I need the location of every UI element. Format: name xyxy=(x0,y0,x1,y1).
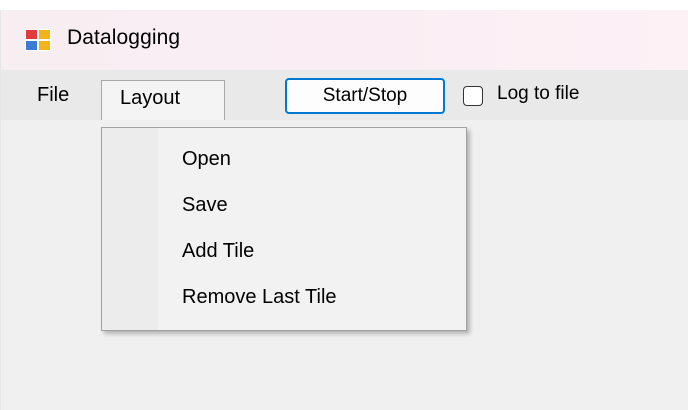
menu-item-save[interactable]: Save xyxy=(158,184,464,226)
menu-bar: File Layout Start/Stop Log to file xyxy=(1,70,688,120)
menu-icon-gutter xyxy=(102,128,158,330)
app-window: Datalogging File Layout Start/Stop Log t… xyxy=(0,10,688,410)
menu-item-remove-last-tile[interactable]: Remove Last Tile xyxy=(158,276,464,318)
title-bar: Datalogging xyxy=(1,10,688,70)
checkbox-box[interactable] xyxy=(463,86,483,106)
start-stop-button[interactable]: Start/Stop xyxy=(285,78,445,114)
menu-layout[interactable]: Layout xyxy=(101,80,225,120)
app-window-icon xyxy=(25,29,51,51)
menu-item-add-tile[interactable]: Add Tile xyxy=(158,230,464,272)
window-title: Datalogging xyxy=(67,26,181,49)
menu-item-open[interactable]: Open xyxy=(158,138,464,180)
menu-file[interactable]: File xyxy=(37,80,69,110)
layout-dropdown-menu: Open Save Add Tile Remove Last Tile xyxy=(101,127,467,331)
log-to-file-label[interactable]: Log to file xyxy=(497,83,579,105)
